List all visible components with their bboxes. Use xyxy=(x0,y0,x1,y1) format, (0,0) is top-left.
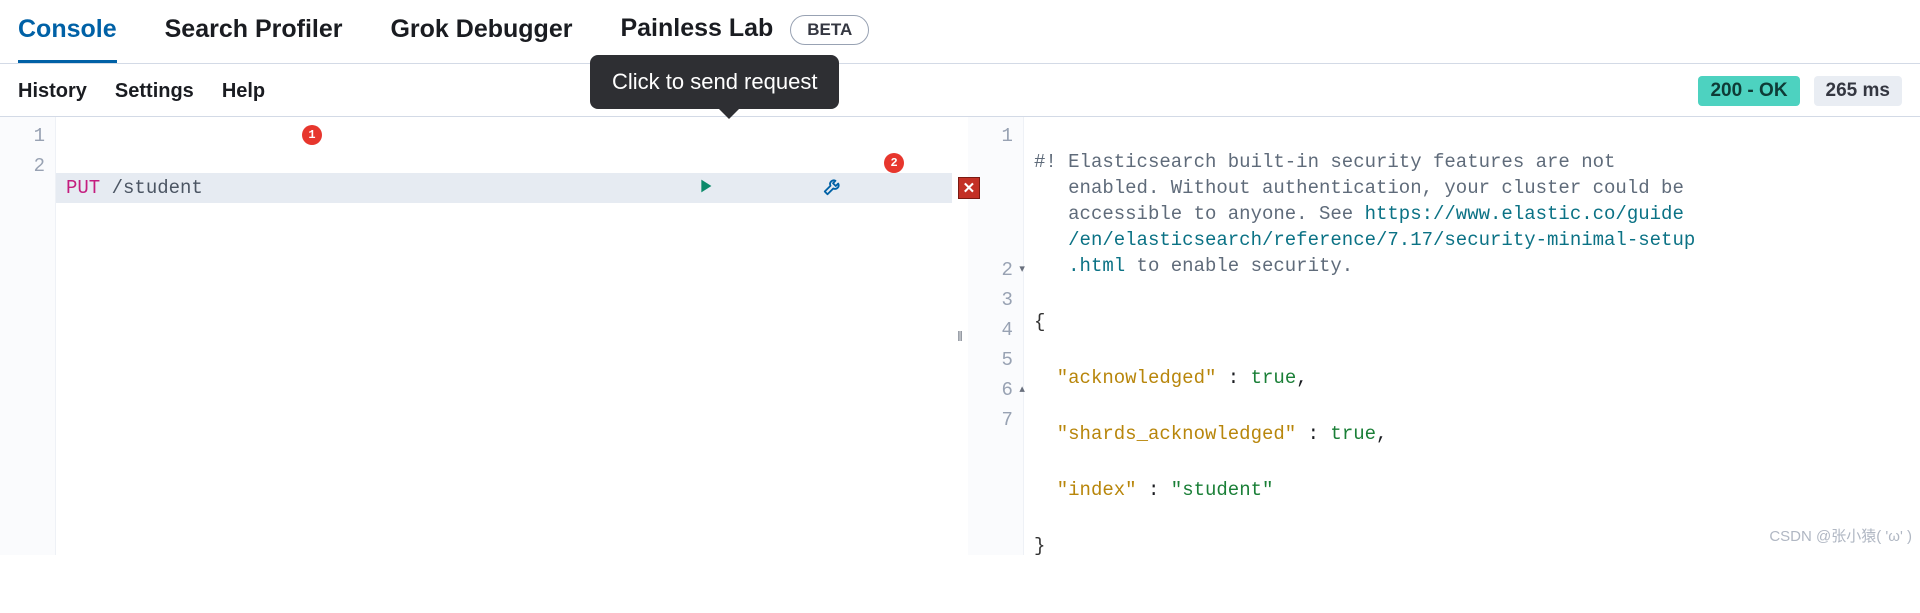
line-number: 1 xyxy=(0,121,55,151)
editor-split: 1 2 PUT /student 1 2 ‖ ✕ 1 2 3 xyxy=(0,117,1920,555)
request-editor[interactable]: PUT /student 1 2 xyxy=(56,117,952,555)
json-line: "index" : "student" xyxy=(1024,475,1920,505)
line-number: 5 xyxy=(968,345,1023,375)
line-number: 6 xyxy=(968,375,1023,405)
request-pane: 1 2 PUT /student 1 2 xyxy=(0,117,952,555)
close-icon[interactable]: ✕ xyxy=(958,177,980,199)
http-method: PUT xyxy=(66,177,100,199)
request-path: /student xyxy=(100,177,203,199)
tab-painless-label: Painless Lab xyxy=(620,14,773,42)
response-pane: ✕ 1 2 3 4 5 6 7 #! Elasticsearch built-i… xyxy=(968,117,1920,555)
send-request-tooltip: Click to send request xyxy=(590,55,839,109)
history-link[interactable]: History xyxy=(18,80,87,103)
tab-console[interactable]: Console xyxy=(18,7,117,62)
line-number: 4 xyxy=(968,315,1023,345)
response-viewer[interactable]: #! Elasticsearch built-in security featu… xyxy=(1024,117,1920,555)
tab-grok-debugger[interactable]: Grok Debugger xyxy=(390,7,572,62)
watermark: CSDN @张小猿( 'ω' ) xyxy=(1769,525,1912,546)
request-gutter: 1 2 xyxy=(0,117,56,555)
line-number: 2 xyxy=(0,151,55,181)
response-time: 265 ms xyxy=(1814,76,1902,106)
help-link[interactable]: Help xyxy=(222,80,265,103)
main-tabbar: Console Search Profiler Grok Debugger Pa… xyxy=(0,0,1920,64)
response-warning: #! Elasticsearch built-in security featu… xyxy=(1024,147,1920,281)
play-icon[interactable] xyxy=(694,123,808,249)
request-actions xyxy=(694,123,936,249)
wrench-icon[interactable] xyxy=(822,123,936,249)
tab-search-profiler[interactable]: Search Profiler xyxy=(165,7,343,62)
line-number: 2 xyxy=(968,255,1023,285)
status-badge: 200 - OK xyxy=(1698,76,1799,106)
annotation-1: 1 xyxy=(302,125,322,145)
line-number: 1 xyxy=(968,121,1023,151)
line-number: 3 xyxy=(968,285,1023,315)
json-line: "acknowledged" : true, xyxy=(1024,363,1920,393)
json-line: { xyxy=(1024,307,1920,337)
settings-link[interactable]: Settings xyxy=(115,80,194,103)
json-line: "shards_acknowledged" : true, xyxy=(1024,419,1920,449)
line-number: 7 xyxy=(968,405,1023,435)
beta-badge: BETA xyxy=(790,15,869,45)
console-toolbar: History Settings Help 200 - OK 265 ms xyxy=(0,64,1920,117)
